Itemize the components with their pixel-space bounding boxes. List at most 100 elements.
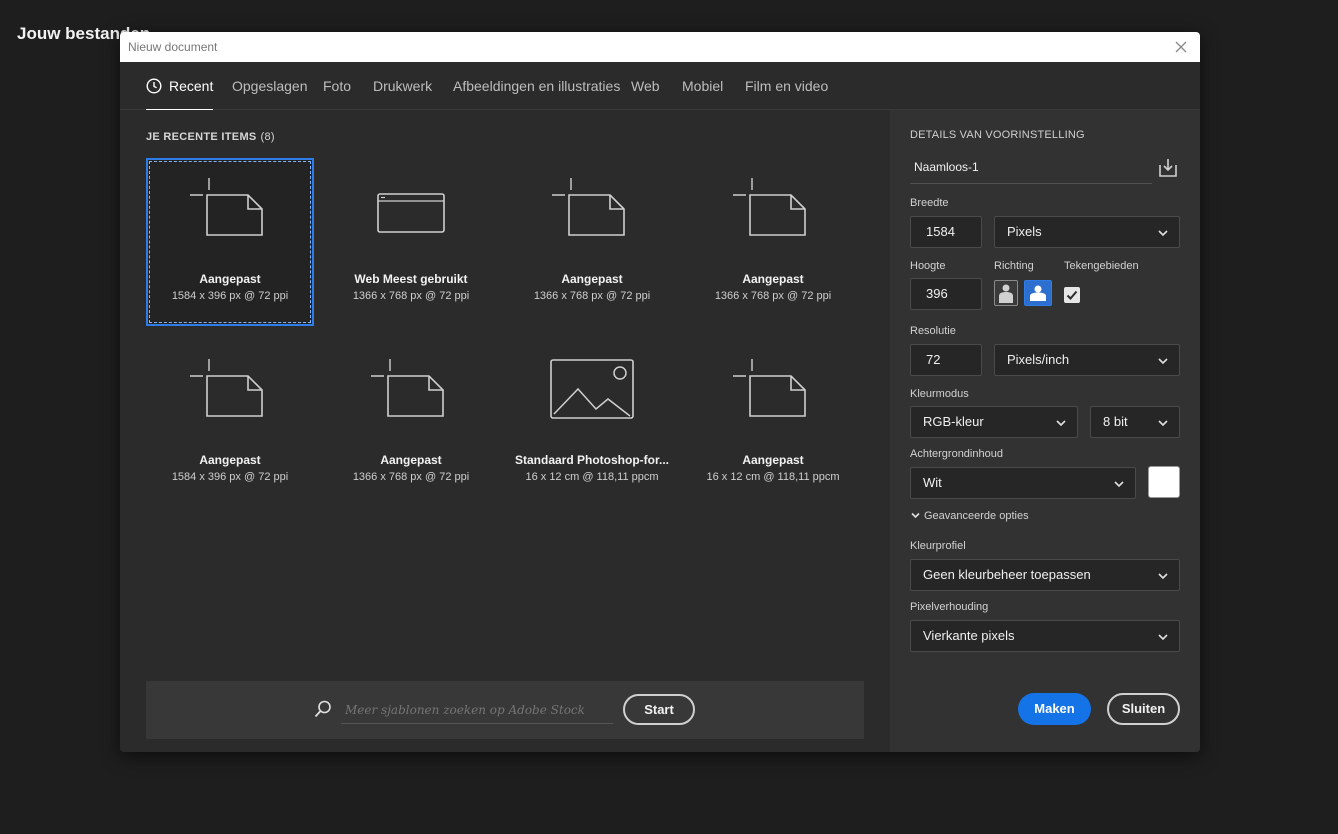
resolution-unit-select[interactable]: Pixels/inch xyxy=(994,344,1180,376)
chevron-down-icon xyxy=(1158,634,1168,641)
item-meta: 1366 x 768 px @ 72 ppi xyxy=(352,471,470,483)
recent-items-count: (8) xyxy=(260,131,275,143)
width-label: Breedte xyxy=(910,197,949,209)
item-meta: 16 x 12 cm @ 118,11 ppcm xyxy=(706,471,840,483)
web-browser-icon xyxy=(329,178,493,258)
colormode-select[interactable]: RGB-kleur xyxy=(910,406,1078,438)
recent-item[interactable]: Aangepast 1366 x 768 px @ 72 ppi xyxy=(327,339,495,507)
orientation-label: Richting xyxy=(994,260,1034,272)
item-name: Aangepast xyxy=(742,453,804,467)
tab-art-illustration[interactable]: Afbeeldingen en illustraties xyxy=(453,62,620,110)
chevron-down-icon xyxy=(1114,481,1124,488)
tab-print[interactable]: Drukwerk xyxy=(373,62,432,110)
artboards-checkbox[interactable] xyxy=(1064,287,1080,303)
background-color-swatch[interactable] xyxy=(1148,466,1180,498)
tab-photo[interactable]: Foto xyxy=(323,62,351,110)
landscape-icon xyxy=(1030,285,1046,301)
background-contents-value: Wit xyxy=(923,475,942,490)
item-name: Aangepast xyxy=(742,272,804,286)
color-profile-value: Geen kleurbeheer toepassen xyxy=(923,567,1091,582)
recent-items-heading: JE RECENTE ITEMS (8) xyxy=(146,131,275,143)
pixel-aspect-select[interactable]: Vierkante pixels xyxy=(910,620,1180,652)
start-search-button[interactable]: Start xyxy=(623,694,695,725)
custom-document-icon xyxy=(148,359,312,439)
artboards-label: Tekengebieden xyxy=(1064,260,1139,272)
tab-mobile[interactable]: Mobiel xyxy=(682,62,723,110)
background-contents-select[interactable]: Wit xyxy=(910,467,1136,499)
close-icon[interactable] xyxy=(1172,38,1190,56)
width-unit-select[interactable]: Pixels xyxy=(994,216,1180,248)
custom-document-icon xyxy=(691,178,855,258)
clock-icon xyxy=(146,78,162,94)
recent-panel: JE RECENTE ITEMS (8) Aangepast 1584 x 396… xyxy=(120,110,890,752)
item-name: Web Meest gebruikt xyxy=(354,272,468,286)
item-name: Aangepast xyxy=(561,272,623,286)
bitdepth-value: 8 bit xyxy=(1103,414,1128,429)
chevron-down-icon xyxy=(1158,358,1168,365)
custom-document-icon xyxy=(691,359,855,439)
recent-item[interactable]: Web Meest gebruikt 1366 x 768 px @ 72 pp… xyxy=(327,158,495,326)
item-meta: 1584 x 396 px @ 72 ppi xyxy=(171,290,289,302)
item-meta: 1366 x 768 px @ 72 ppi xyxy=(714,290,832,302)
chevron-down-icon xyxy=(1158,420,1168,427)
photo-icon xyxy=(510,359,674,439)
tab-web[interactable]: Web xyxy=(631,62,660,110)
close-button[interactable]: Sluiten xyxy=(1107,693,1180,725)
recent-items-title: JE RECENTE ITEMS xyxy=(146,131,257,143)
pixel-aspect-value: Vierkante pixels xyxy=(923,628,1015,643)
tab-saved[interactable]: Opgeslagen xyxy=(232,62,308,110)
item-meta: 16 x 12 cm @ 118,11 ppcm xyxy=(525,471,659,483)
height-input[interactable]: 396 xyxy=(910,278,982,310)
recent-item[interactable]: Aangepast 1366 x 768 px @ 72 ppi xyxy=(508,158,676,326)
preset-details-heading: DETAILS VAN VOORINSTELLING xyxy=(910,129,1085,141)
width-input[interactable]: 1584 xyxy=(910,216,982,248)
color-profile-label: Kleurprofiel xyxy=(910,540,966,552)
stock-search-bar: Start xyxy=(146,681,864,739)
colormode-label: Kleurmodus xyxy=(910,388,969,400)
recent-item[interactable]: Aangepast 1584 x 396 px @ 72 ppi xyxy=(146,158,314,326)
portrait-orientation-button[interactable] xyxy=(994,280,1018,306)
landscape-orientation-button[interactable] xyxy=(1024,280,1052,306)
resolution-label: Resolutie xyxy=(910,325,956,337)
bitdepth-select[interactable]: 8 bit xyxy=(1090,406,1180,438)
custom-document-icon xyxy=(329,359,493,439)
save-preset-icon[interactable] xyxy=(1156,156,1180,185)
chevron-down-icon xyxy=(1158,573,1168,580)
tab-film-video[interactable]: Film en video xyxy=(745,62,828,110)
tab-recent-label: Recent xyxy=(169,78,214,94)
pixel-aspect-label: Pixelverhouding xyxy=(910,601,989,613)
custom-document-icon xyxy=(510,178,674,258)
item-name: Standaard Photoshop-for... xyxy=(514,453,669,467)
tab-recent[interactable]: Recent xyxy=(146,62,214,111)
search-icon xyxy=(314,700,332,723)
item-name: Aangepast xyxy=(199,272,261,286)
resolution-input[interactable]: 72 xyxy=(910,344,982,376)
recent-item[interactable]: Aangepast 1584 x 396 px @ 72 ppi xyxy=(146,339,314,507)
background-contents-label: Achtergrondinhoud xyxy=(910,448,1003,460)
item-name: Aangepast xyxy=(199,453,261,467)
item-meta: 1584 x 396 px @ 72 ppi xyxy=(171,471,289,483)
checkmark-icon xyxy=(1066,290,1078,300)
stock-search-input[interactable] xyxy=(341,697,613,724)
recent-item[interactable]: Aangepast 16 x 12 cm @ 118,11 ppcm xyxy=(689,339,857,507)
create-button[interactable]: Maken xyxy=(1018,693,1091,725)
preset-details-panel: DETAILS VAN VOORINSTELLING Naamloos-1 Br… xyxy=(890,110,1200,752)
item-meta: 1366 x 768 px @ 72 ppi xyxy=(352,290,470,302)
chevron-down-icon xyxy=(911,512,920,518)
colormode-value: RGB-kleur xyxy=(923,414,984,429)
chevron-down-icon xyxy=(1158,230,1168,237)
custom-document-icon xyxy=(148,178,312,258)
item-name: Aangepast xyxy=(380,453,442,467)
recent-item[interactable]: Standaard Photoshop-for... 16 x 12 cm @ … xyxy=(508,339,676,507)
document-name-field[interactable]: Naamloos-1 xyxy=(910,154,1152,184)
new-document-dialog: Nieuw document Recent Opgeslagen Foto Dr… xyxy=(120,32,1200,752)
color-profile-select[interactable]: Geen kleurbeheer toepassen xyxy=(910,559,1180,591)
portrait-icon xyxy=(999,284,1013,303)
advanced-options-toggle[interactable]: Geavanceerde opties xyxy=(910,510,1029,522)
resolution-unit-value: Pixels/inch xyxy=(1007,352,1070,367)
item-meta: 1366 x 768 px @ 72 ppi xyxy=(533,290,651,302)
chevron-down-icon xyxy=(1056,420,1066,427)
width-unit-value: Pixels xyxy=(1007,224,1042,239)
dialog-titlebar: Nieuw document xyxy=(120,32,1200,62)
recent-item[interactable]: Aangepast 1366 x 768 px @ 72 ppi xyxy=(689,158,857,326)
